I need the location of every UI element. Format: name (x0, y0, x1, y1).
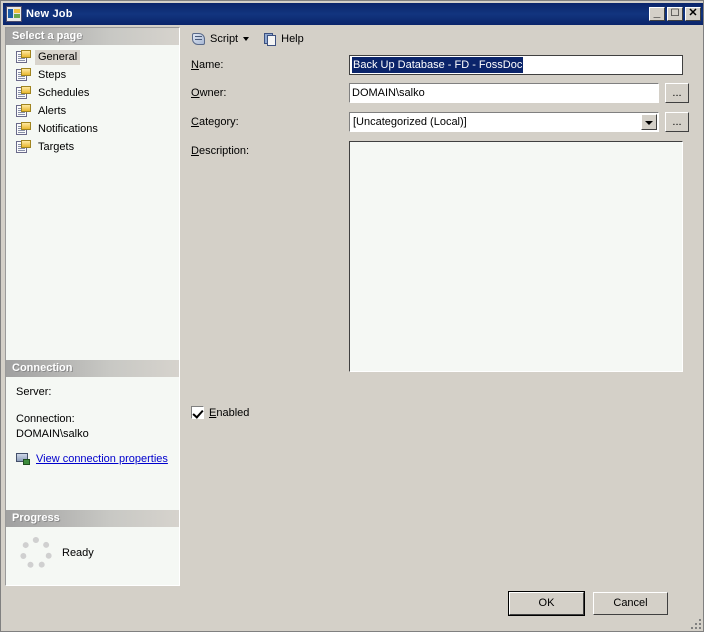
category-label: Category: (191, 116, 239, 128)
chevron-down-icon[interactable] (243, 37, 249, 41)
category-select[interactable]: [Uncategorized (Local)] (349, 112, 659, 132)
owner-input[interactable] (349, 83, 659, 103)
progress-spinner-icon (20, 537, 52, 569)
script-button[interactable]: Script (187, 29, 257, 49)
maximize-button[interactable]: ☐ (667, 7, 683, 21)
category-value: [Uncategorized (Local)] (350, 116, 641, 128)
sidebar-item-targets[interactable]: Targets (6, 138, 179, 156)
sidebar-item-schedules[interactable]: Schedules (6, 84, 179, 102)
cancel-button[interactable]: Cancel (593, 592, 668, 615)
view-connection-properties-row[interactable]: View connection properties (16, 452, 179, 466)
page-icon (16, 50, 32, 64)
name-input-value: Back Up Database - FD - FossDoc (352, 57, 523, 73)
resize-grip[interactable] (687, 615, 701, 629)
sidebar-item-steps[interactable]: Steps (6, 66, 179, 84)
connection-block: Server: Connection: DOMAIN\salko View co… (6, 377, 179, 466)
description-label: Description: (191, 145, 249, 157)
name-input[interactable]: Back Up Database - FD - FossDoc (349, 55, 683, 75)
progress-block: Ready (6, 527, 179, 569)
left-panel: Select a page General Steps Schedules Al… (5, 27, 180, 586)
title-bar[interactable]: New Job _ ☐ ✕ (3, 3, 703, 25)
page-icon (16, 68, 32, 82)
view-connection-properties-link[interactable]: View connection properties (36, 453, 168, 465)
script-label: Script (210, 33, 238, 45)
new-job-dialog: New Job _ ☐ ✕ Select a page General Step… (0, 0, 704, 632)
server-label: Server: (16, 385, 179, 400)
owner-browse-button[interactable]: ... (665, 83, 689, 103)
window-title: New Job (26, 8, 73, 20)
help-button[interactable]: Help (260, 29, 308, 49)
pane-toolbar: Script Help (182, 27, 701, 51)
enabled-checkbox[interactable] (191, 406, 204, 419)
category-browse-button[interactable]: ... (665, 112, 689, 132)
general-form: Name: Back Up Database - FD - FossDoc Ow… (182, 51, 701, 586)
name-label: Name: (191, 59, 223, 71)
enabled-label: Enabled (209, 407, 249, 419)
minimize-button[interactable]: _ (649, 7, 665, 21)
chevron-down-icon[interactable] (641, 114, 657, 130)
sidebar-item-label: Alerts (35, 104, 69, 119)
page-icon (16, 104, 32, 118)
job-icon (6, 6, 22, 22)
sidebar-item-label: Notifications (35, 122, 101, 137)
sidebar-item-notifications[interactable]: Notifications (6, 120, 179, 138)
owner-label: Owner: (191, 87, 226, 99)
close-button[interactable]: ✕ (685, 7, 701, 21)
script-icon (191, 32, 207, 47)
page-icon (16, 140, 32, 154)
ok-button[interactable]: OK (509, 592, 584, 615)
sidebar-item-label: Targets (35, 140, 77, 155)
enabled-checkbox-row[interactable]: Enabled (191, 406, 249, 419)
sidebar-item-label: General (35, 50, 80, 65)
progress-header: Progress (6, 510, 179, 527)
minimize-icon: _ (650, 8, 664, 20)
connection-header: Connection (6, 360, 179, 377)
server-connection-icon (16, 452, 32, 466)
page-icon (16, 122, 32, 136)
sidebar-item-label: Steps (35, 68, 69, 83)
sidebar-item-label: Schedules (35, 86, 92, 101)
close-icon: ✕ (686, 8, 700, 20)
connection-value: DOMAIN\salko (16, 427, 179, 442)
sidebar-item-general[interactable]: General (6, 48, 179, 66)
window-controls: _ ☐ ✕ (649, 7, 701, 21)
help-label: Help (281, 33, 304, 45)
select-page-header: Select a page (6, 28, 179, 45)
progress-status: Ready (62, 547, 94, 559)
dialog-footer: OK Cancel (1, 587, 703, 631)
connection-label: Connection: (16, 412, 179, 427)
sidebar-item-alerts[interactable]: Alerts (6, 102, 179, 120)
right-pane: Script Help Name: Back Up Database - FD … (182, 27, 701, 586)
description-textarea[interactable] (349, 141, 683, 372)
page-icon (16, 86, 32, 100)
page-list: General Steps Schedules Alerts Notificat… (6, 45, 179, 156)
maximize-icon: ☐ (668, 8, 682, 20)
help-icon (264, 32, 278, 47)
